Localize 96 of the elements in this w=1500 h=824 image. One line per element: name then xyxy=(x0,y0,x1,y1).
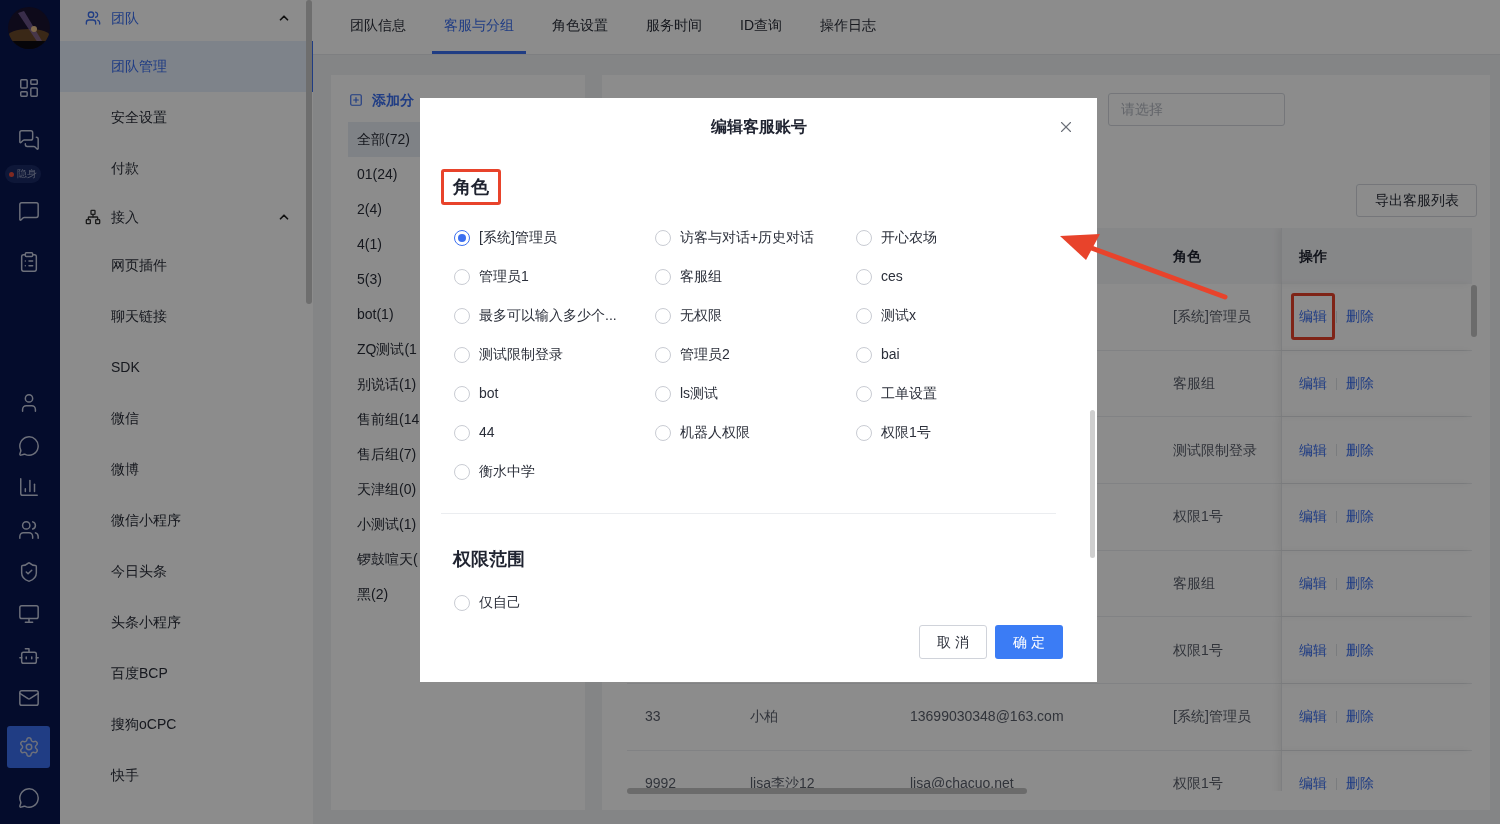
dashboard-icon xyxy=(17,77,40,99)
menu-item[interactable]: 搜狗oCPC xyxy=(60,699,313,750)
table-cell-text: 权限1号 xyxy=(1173,507,1223,527)
table-cell-text: [系统]管理员 xyxy=(1173,707,1251,727)
add-group-link[interactable]: 添加分 xyxy=(372,89,414,111)
radio-label: 无权限 xyxy=(680,306,722,325)
menu-item[interactable]: 微信小程序 xyxy=(60,495,313,546)
menu-section-header[interactable]: 团队 xyxy=(60,0,313,41)
tab[interactable]: 角色设置 xyxy=(540,0,620,54)
delete-link[interactable]: 删除 xyxy=(1346,306,1374,328)
edit-link[interactable]: 编辑 xyxy=(1299,506,1327,528)
table-cell-text: [系统]管理员 xyxy=(1173,307,1251,327)
table-cell-text: 客服组 xyxy=(1173,374,1215,394)
delete-link[interactable]: 删除 xyxy=(1346,439,1374,461)
table-cell-text: 小柏 xyxy=(750,707,778,727)
edit-link[interactable]: 编辑 xyxy=(1299,773,1327,791)
menu-item[interactable]: 微信 xyxy=(60,393,313,444)
radio-label: 管理员2 xyxy=(680,345,730,364)
radio-label: [系统]管理员 xyxy=(479,228,557,247)
menu-item[interactable]: 今日头条 xyxy=(60,546,313,597)
delete-link[interactable]: 删除 xyxy=(1346,773,1374,791)
delete-link[interactable]: 删除 xyxy=(1346,706,1374,728)
menu-item[interactable]: 团队管理 xyxy=(60,41,313,92)
menu-item[interactable]: 头条小程序 xyxy=(60,597,313,648)
delete-link[interactable]: 删除 xyxy=(1346,639,1374,661)
bar-chart-icon xyxy=(17,476,40,498)
monitor-icon xyxy=(17,603,40,625)
radio-label: 访客与对话+历史对话 xyxy=(680,228,815,247)
menu-item[interactable]: 百度BCP xyxy=(60,648,313,699)
table-cell-text: 权限1号 xyxy=(1173,640,1223,660)
table-cell-text: lisa@chacuo.net xyxy=(910,774,1014,791)
menu-item[interactable]: 付款 xyxy=(60,143,313,194)
table-cell-text: 9992 xyxy=(645,774,677,791)
export-button[interactable]: 导出客服列表 xyxy=(1356,184,1477,217)
cancel-button[interactable]: 取消 xyxy=(919,625,987,659)
radio-label: 测试x xyxy=(881,306,916,325)
radio-label: 仅自己 xyxy=(479,593,521,612)
chat-icon xyxy=(17,129,40,151)
delete-link[interactable]: 删除 xyxy=(1346,573,1374,595)
robot-icon xyxy=(17,645,40,667)
tab[interactable]: 操作日志 xyxy=(808,0,888,54)
menu-item[interactable]: SDK xyxy=(60,342,313,393)
section-heading: 权限范围 xyxy=(451,547,526,571)
chat-bubble-icon xyxy=(17,435,40,457)
radio-label: bai xyxy=(881,345,900,364)
status-label: 隐身 xyxy=(17,169,37,179)
edit-link[interactable]: 编辑 xyxy=(1299,439,1327,461)
menu-item[interactable]: 快手 xyxy=(60,750,313,801)
radio-label: 开心农场 xyxy=(881,228,937,247)
edit-link[interactable]: 编辑 xyxy=(1299,573,1327,595)
table-cell-text: 权限1号 xyxy=(1173,774,1223,791)
confirm-button[interactable]: 确定 xyxy=(995,625,1063,659)
menu-item[interactable]: 聊天链接 xyxy=(60,291,313,342)
users-icon xyxy=(17,519,40,541)
table-cell-text: 测试限制登录 xyxy=(1173,440,1257,460)
delete-link[interactable]: 删除 xyxy=(1346,506,1374,528)
tab[interactable]: 团队信息 xyxy=(338,0,418,54)
radio-label: 测试限制登录 xyxy=(479,345,563,364)
tab[interactable]: ID查询 xyxy=(728,0,794,54)
radio-label: 衡水中学 xyxy=(479,462,535,481)
menu-section-title: 接入 xyxy=(111,207,139,227)
column-header: 角色 xyxy=(1173,246,1201,266)
tab[interactable]: 服务时间 xyxy=(634,0,714,54)
radio-label: ls测试 xyxy=(680,384,719,403)
radio-label: 机器人权限 xyxy=(680,423,750,442)
settings-icon xyxy=(17,736,40,758)
edit-link[interactable]: 编辑 xyxy=(1299,706,1327,728)
tab[interactable]: 客服与分组 xyxy=(432,0,526,54)
column-header: 操作 xyxy=(1299,246,1327,266)
radio-label: 工单设置 xyxy=(881,384,937,403)
table-cell-text: 13699030348@163.com xyxy=(910,707,1064,727)
team-icon xyxy=(85,10,101,26)
radio-label: 44 xyxy=(479,423,495,442)
add-icon xyxy=(349,93,363,107)
edit-link[interactable]: 编辑 xyxy=(1299,373,1327,395)
radio-label: 最多可以输入多少个... xyxy=(479,306,617,325)
radio-label: bot xyxy=(479,384,499,403)
edit-link[interactable]: 编辑 xyxy=(1299,306,1327,328)
menu-section-title: 团队 xyxy=(111,8,139,28)
rail-item[interactable] xyxy=(7,726,50,768)
table-cell-text: 33 xyxy=(645,707,661,727)
menu-item[interactable]: 网页插件 xyxy=(60,240,313,291)
edit-link[interactable]: 编辑 xyxy=(1299,639,1327,661)
menu-item[interactable]: 安全设置 xyxy=(60,92,313,143)
radio-label: 客服组 xyxy=(680,267,722,286)
menu-item[interactable]: 微博 xyxy=(60,444,313,495)
network-icon xyxy=(85,209,101,225)
section-heading: 角色 xyxy=(441,169,501,205)
radio-label: 权限1号 xyxy=(881,423,931,442)
radio-label: 管理员1 xyxy=(479,267,529,286)
chat-icon xyxy=(17,787,40,809)
radio-label: ces xyxy=(881,267,903,286)
delete-link[interactable]: 删除 xyxy=(1346,373,1374,395)
table-cell-text: 客服组 xyxy=(1173,574,1215,594)
menu-section-header[interactable]: 接入 xyxy=(60,194,313,240)
dialog-title: 编辑客服账号 xyxy=(710,117,807,137)
